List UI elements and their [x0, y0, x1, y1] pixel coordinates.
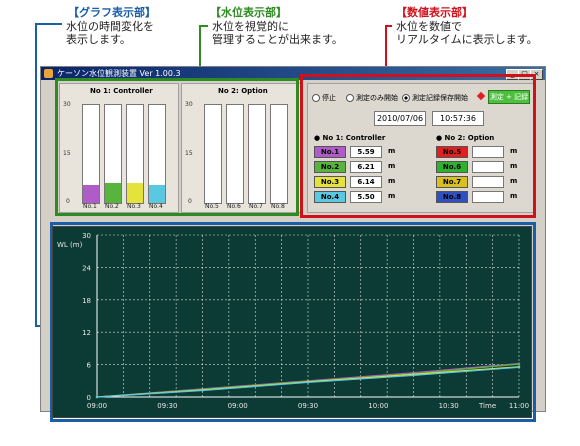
y-tick-label: 30: [82, 232, 91, 240]
water-section-frame: [55, 78, 299, 216]
y-tick-label: 12: [82, 329, 91, 337]
app-icon: [44, 69, 53, 78]
graph-svg: 30 24 18 12 6 0 WL (m) 09:00 09:30 09:00 09:30 10:0…: [57, 232, 529, 410]
x-tick-label: 10:00: [368, 402, 388, 410]
x-tick-label: 11:00: [509, 402, 529, 410]
x-tick-label: 10:30: [439, 402, 459, 410]
numeric-section-frame: [300, 74, 536, 218]
series-point: [95, 395, 99, 399]
x-tick-label: 09:30: [298, 402, 318, 410]
series-point: [517, 366, 521, 369]
y-tick-label: 6: [87, 362, 92, 370]
y-tick-label: 0: [87, 394, 91, 402]
x-tick-label: 09:30: [157, 402, 177, 410]
x-tick-label: 09:00: [228, 402, 248, 410]
series-point: [412, 374, 415, 377]
x-axis-label: Time: [478, 402, 496, 410]
y-axis-label: WL (m): [57, 241, 83, 249]
series-point: [306, 381, 310, 384]
y-tick-label: 24: [82, 264, 91, 272]
series-point: [517, 362, 521, 366]
series-point: [201, 389, 204, 392]
y-tick-label: 18: [82, 297, 91, 305]
x-tick-label: 09:00: [87, 402, 107, 410]
water-level-graph: 30 24 18 12 6 0 WL (m) 09:00 09:30 09:00 09:30 10:0…: [52, 226, 532, 418]
